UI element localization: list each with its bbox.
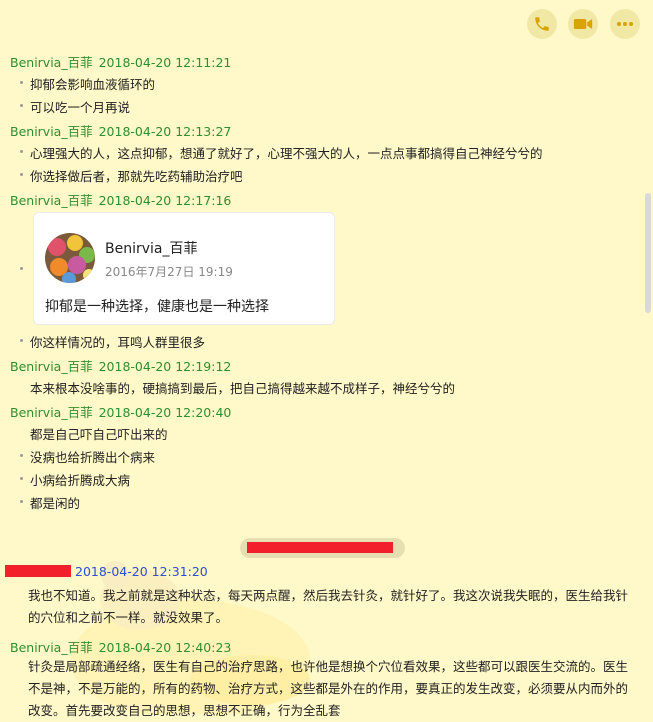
message-time: 2018-04-20 12:19:12 (98, 359, 232, 374)
message-text: 我也不知道。我之前就是这种状态，每天两点醒，然后我去针灸，就针好了。我这次说我失… (28, 588, 629, 625)
message-time: 2018-04-20 12:11:21 (98, 55, 232, 70)
message-time: 2018-04-20 12:17:16 (98, 193, 232, 208)
message-time: 2018-04-20 12:13:27 (98, 124, 232, 139)
redacted-sender-name (5, 565, 71, 577)
sender-name: Benirvia_百菲 (10, 124, 93, 139)
message-line: 没病也给折腾出个病来 (20, 447, 155, 466)
sender-name: Benirvia_百菲 (10, 359, 93, 374)
message-time: 2018-04-20 12:31:20 (75, 564, 208, 579)
message-line: 心理强大的人，这点抑郁，想通了就好了，心理不强大的人，一点点事都搞得自己神经兮兮… (20, 143, 543, 162)
message-bullet (20, 267, 23, 270)
message-line: 都是闲的 (20, 493, 80, 512)
message-header: Benirvia_百菲 2018-04-20 12:20:40 (10, 402, 231, 421)
message-text: 都是自己吓自己吓出来的 (30, 427, 168, 442)
sender-name: Benirvia_百菲 (10, 405, 93, 420)
sender-name: Benirvia_百菲 (10, 55, 93, 70)
message-list[interactable]: Benirvia_百菲 2018-04-20 12:11:21 抑郁会影响血液循环… (0, 0, 643, 718)
message-header: Benirvia_百菲 2018-04-20 12:17:16 (10, 190, 231, 209)
sender-name: Benirvia_百菲 (10, 640, 93, 655)
message-text: 都是闲的 (30, 496, 81, 511)
message-header: Benirvia_百菲 2018-04-20 12:11:21 (10, 52, 231, 71)
message-text: 针灸是局部疏通经络，医生有自己的治疗思路，也许他是想换个穴位看效果，这些都可以跟… (28, 659, 629, 718)
message-line: 你选择做后者，那就先吃药辅助治疗吧 (20, 166, 243, 185)
message-line: 你这样情况的，耳鸣人群里很多 (20, 332, 205, 351)
message-header: 2018-04-20 12:31:20 (5, 564, 208, 579)
message-header: Benirvia_百菲 2018-04-20 12:13:27 (10, 121, 231, 140)
message-time: 2018-04-20 12:40:23 (98, 640, 232, 655)
message-line: 小病给折腾成大病 (20, 470, 130, 489)
card-author: Benirvia_百菲 (105, 241, 198, 257)
message-text: 小病给折腾成大病 (30, 473, 131, 488)
system-notice (240, 538, 405, 558)
message-line: 可以吃一个月再说 (20, 97, 130, 116)
message-header: Benirvia_百菲 2018-04-20 12:40:23 (10, 637, 231, 656)
redaction-bar (247, 542, 393, 553)
message-text: 你选择做后者，那就先吃药辅助治疗吧 (30, 169, 243, 184)
shared-card[interactable]: Benirvia_百菲 2016年7月27日 19:19 抑郁是一种选择，健康也… (33, 212, 335, 325)
scrollbar[interactable] (643, 48, 653, 714)
card-date: 2016年7月27日 19:19 (105, 265, 233, 279)
message-line: 都是自己吓自己吓出来的 (20, 424, 168, 443)
scrollbar-thumb[interactable] (645, 193, 651, 313)
message-text: 本来根本没啥事的，硬搞搞到最后，把自己搞得越来越不成样子，神经兮兮的 (30, 381, 456, 396)
sender-name: Benirvia_百菲 (10, 193, 93, 208)
message-line: 本来根本没啥事的，硬搞搞到最后，把自己搞得越来越不成样子，神经兮兮的 (20, 378, 455, 397)
message-time: 2018-04-20 12:20:40 (98, 405, 232, 420)
message-text: 抑郁会影响血液循环的 (30, 77, 156, 92)
message-text: 你这样情况的，耳鸣人群里很多 (30, 335, 206, 350)
message-text: 可以吃一个月再说 (30, 100, 131, 115)
message-line: 抑郁会影响血液循环的 (20, 74, 155, 93)
avatar (45, 233, 95, 283)
message-text: 心理强大的人，这点抑郁，想通了就好了，心理不强大的人，一点点事都搞得自己神经兮兮… (30, 146, 543, 161)
message-text: 没病也给折腾出个病来 (30, 450, 156, 465)
message-header: Benirvia_百菲 2018-04-20 12:19:12 (10, 356, 231, 375)
card-text: 抑郁是一种选择，健康也是一种选择 (45, 299, 269, 315)
